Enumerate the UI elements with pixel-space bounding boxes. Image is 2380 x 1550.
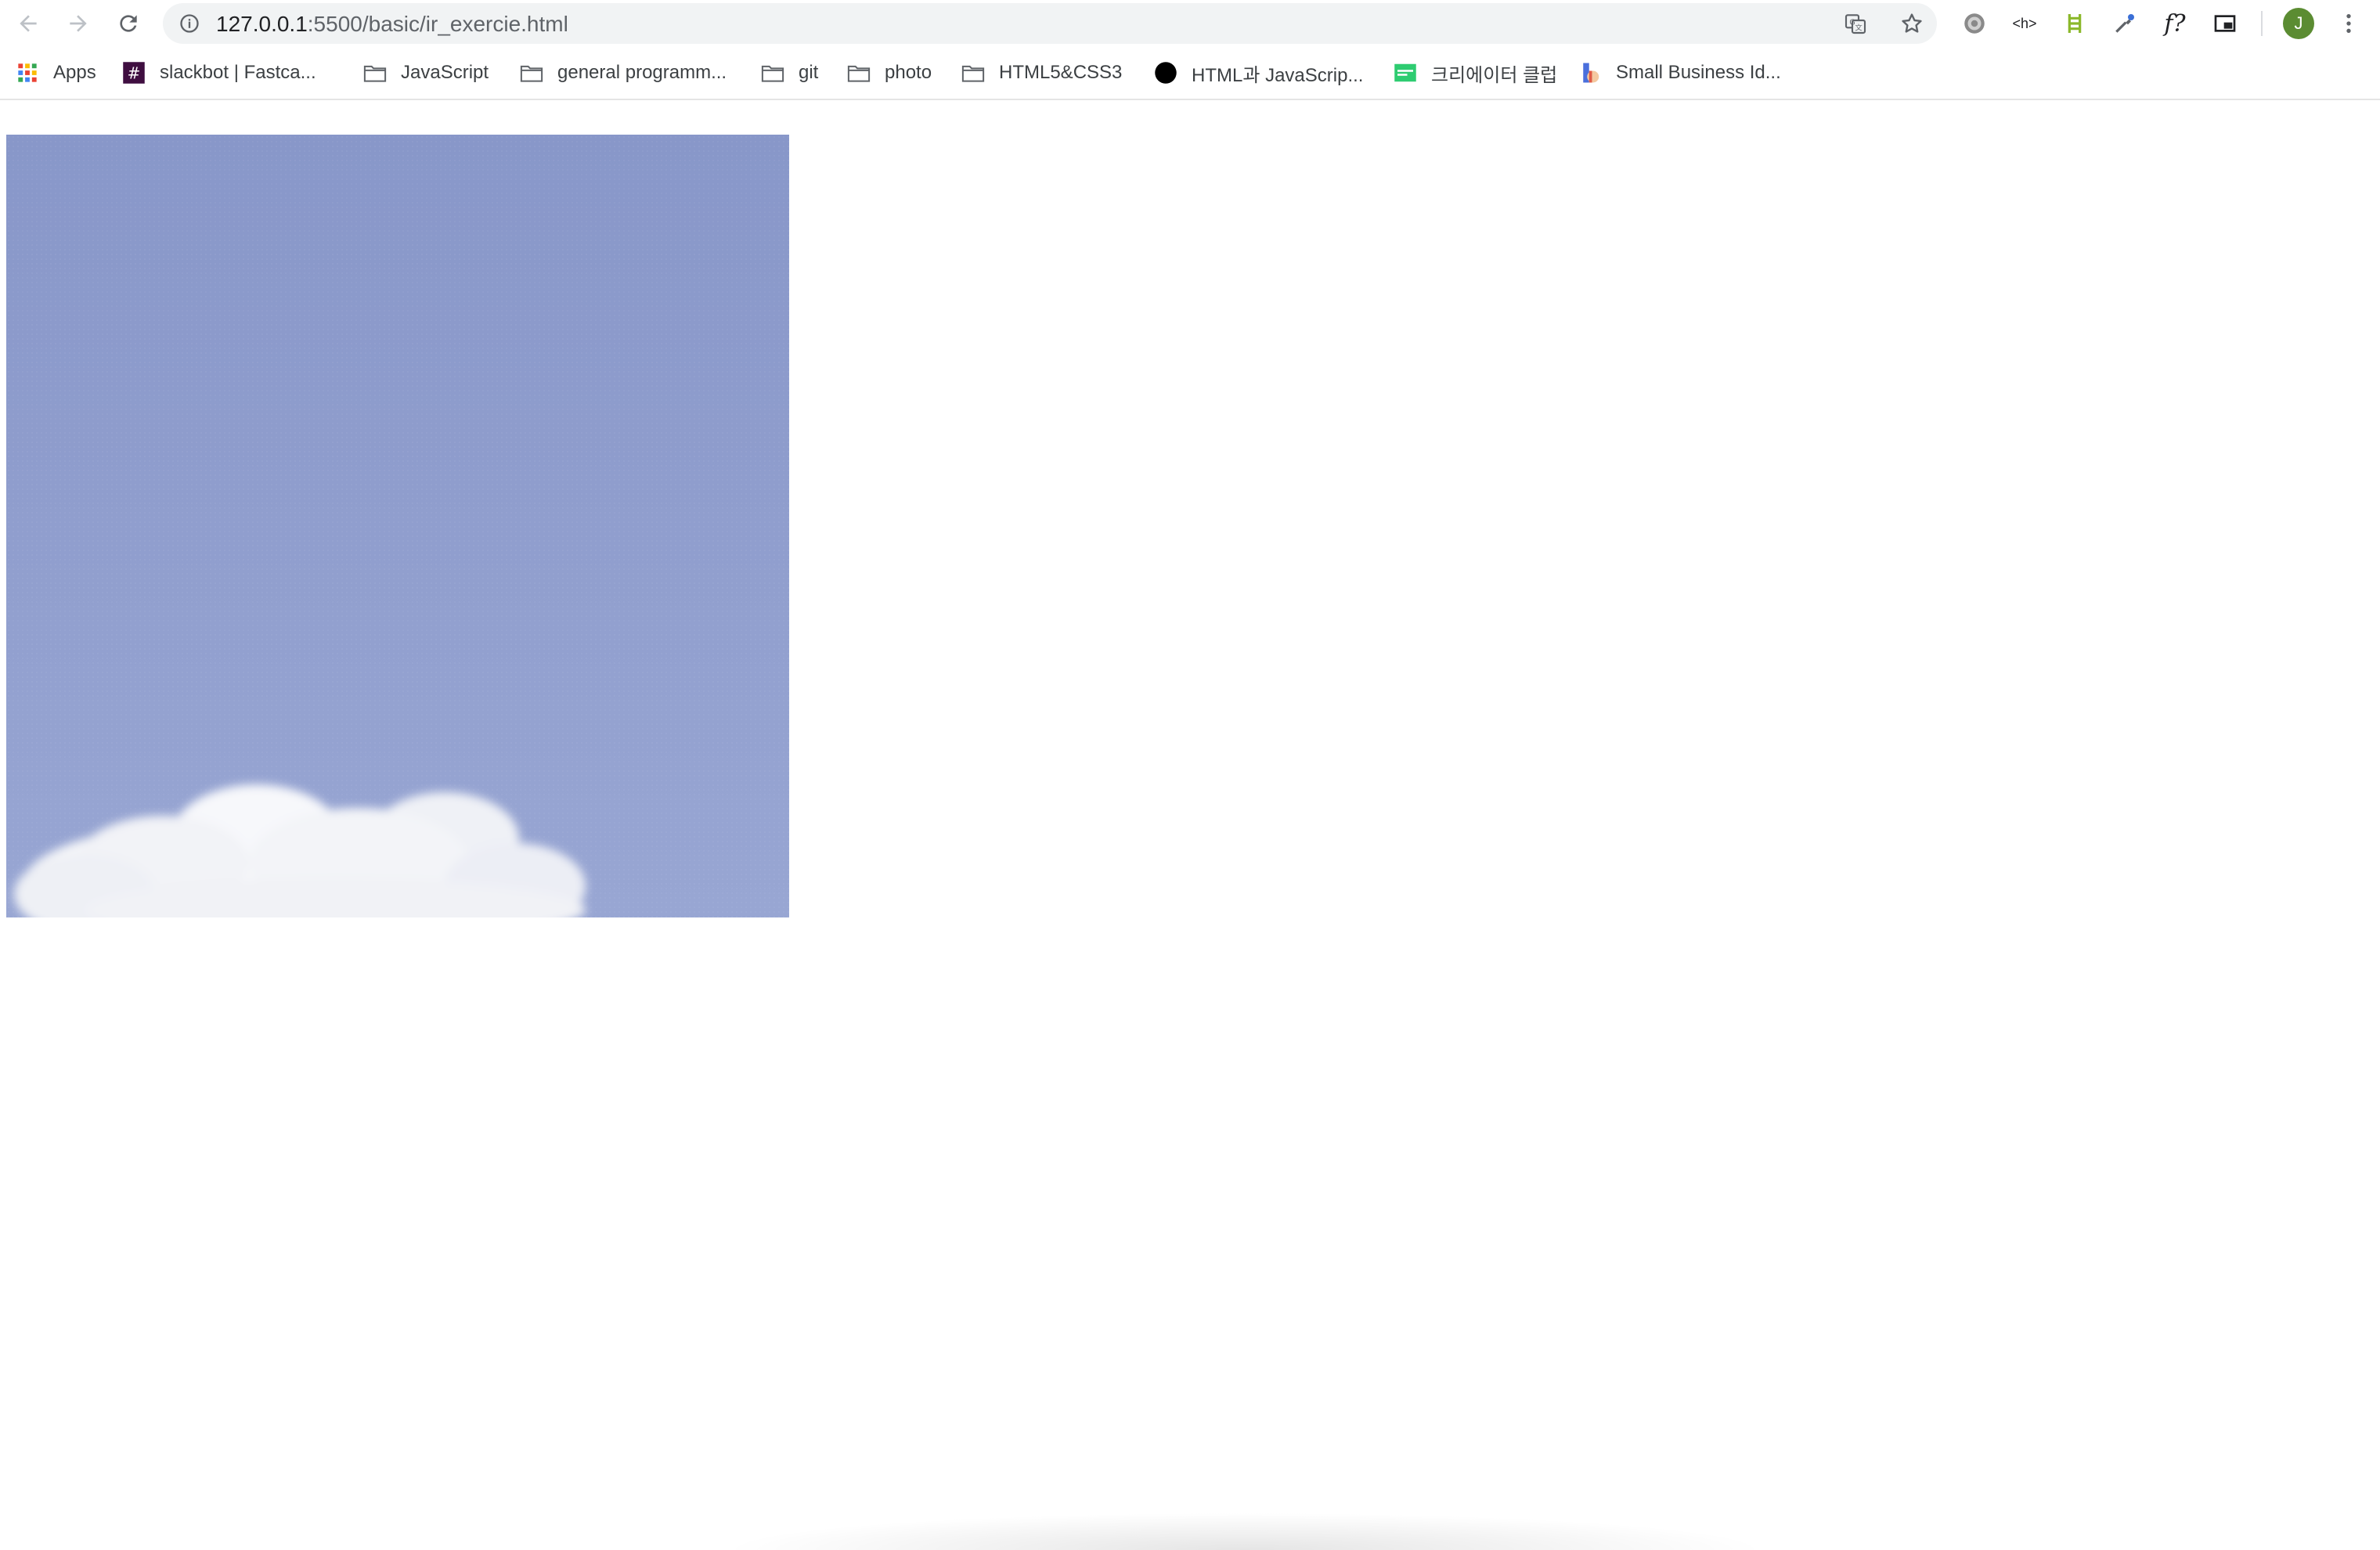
more-vert-icon: [2346, 14, 2351, 33]
cast-icon[interactable]: [2209, 8, 2241, 39]
bookmark-label: general programm...: [557, 62, 727, 83]
font-detect-icon[interactable]: f?: [2159, 8, 2191, 39]
bookmark-label: git: [799, 62, 819, 83]
address-bar[interactable]: 127.0.0.1:5500/basic/ir_exercie.html G文: [163, 3, 1937, 44]
bookmark-label: JavaScript: [401, 62, 489, 83]
reload-icon: [120, 15, 137, 32]
bookmarks-bar: Apps # slackbot | Fastca... JavaScript g…: [0, 56, 2380, 89]
html-headings-icon[interactable]: <h>: [2009, 8, 2040, 39]
green-logo-icon: [1394, 61, 1417, 85]
page-content: [0, 100, 2380, 1550]
bookmark-label: HTML과 JavaScrip...: [1192, 64, 1364, 86]
folder-icon: [520, 61, 543, 85]
black-circle-icon: [1154, 61, 1177, 85]
bookmark-html-javascript[interactable]: HTML과 JavaScrip...: [1154, 56, 1363, 89]
browser-toolbar: 127.0.0.1:5500/basic/ir_exercie.html G文 …: [0, 0, 2380, 47]
info-icon[interactable]: [178, 13, 200, 34]
arrow-left-icon: [20, 15, 37, 32]
folder-icon: [363, 61, 387, 85]
profile-avatar[interactable]: J: [2283, 8, 2314, 39]
svg-text:#: #: [128, 64, 141, 83]
bookmark-label: Apps: [53, 62, 96, 83]
bookmark-folder-general-programming[interactable]: general programm...: [520, 56, 727, 89]
bookmark-folder-photo[interactable]: photo: [847, 56, 932, 89]
url-path: :5500/basic/ir_exercie.html: [307, 12, 568, 36]
translate-icon[interactable]: G文: [1843, 11, 1868, 36]
settings-gear-icon[interactable]: [1959, 8, 1990, 39]
forward-button[interactable]: [61, 6, 96, 41]
bookmark-label: photo: [885, 62, 932, 83]
reload-button[interactable]: [111, 6, 146, 41]
bookmark-folder-git[interactable]: git: [761, 56, 818, 89]
bookmark-star-icon[interactable]: [1899, 11, 1924, 36]
svg-text:文: 文: [1855, 23, 1862, 33]
folder-icon: [847, 61, 871, 85]
bookmark-folder-javascript[interactable]: JavaScript: [363, 56, 489, 89]
browser-chrome: 127.0.0.1:5500/basic/ir_exercie.html G文 …: [0, 0, 2380, 100]
bookmark-creator-club[interactable]: 크리에이터 클럽: [1394, 56, 1557, 89]
bookmark-label: Small Business Id...: [1616, 62, 1781, 83]
colorful-logo-icon: [1578, 61, 1602, 85]
bookmark-small-business[interactable]: Small Business Id...: [1578, 56, 1781, 89]
cloud-shape: [14, 784, 586, 917]
sky-with-cloud-image: [6, 135, 789, 917]
browser-menu-button[interactable]: [2333, 8, 2364, 39]
url-host: 127.0.0.1: [216, 12, 308, 36]
folder-icon: [961, 61, 985, 85]
bookmark-slackbot[interactable]: # slackbot | Fastca...: [122, 56, 316, 89]
bookmark-apps[interactable]: Apps: [16, 56, 96, 89]
bottom-shadow: [720, 1512, 1769, 1550]
back-button[interactable]: [11, 6, 45, 41]
bookmark-label: 크리에이터 클럽: [1431, 64, 1558, 86]
folder-icon: [761, 61, 784, 85]
ladder-icon[interactable]: [2059, 8, 2090, 39]
bookmark-label: HTML5&CSS3: [999, 62, 1123, 83]
url-text[interactable]: 127.0.0.1:5500/basic/ir_exercie.html: [216, 13, 568, 35]
apps-grid-icon: [16, 61, 39, 85]
bookmark-folder-html5-css3[interactable]: HTML5&CSS3: [961, 56, 1122, 89]
bookmark-label: slackbot | Fastca...: [160, 62, 316, 83]
toolbar-divider: [2261, 11, 2263, 36]
arrow-right-icon: [70, 15, 87, 32]
slack-hash-icon: #: [122, 61, 146, 85]
eyedropper-icon[interactable]: [2109, 8, 2140, 39]
